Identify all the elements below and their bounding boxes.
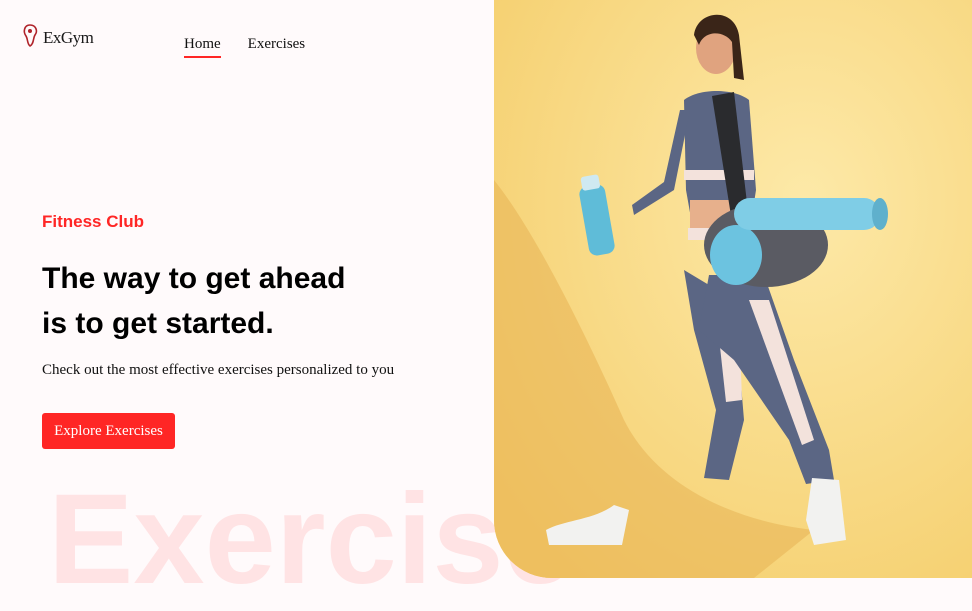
brand-name: ExGym — [43, 27, 94, 47]
hero-title: The way to get ahead is to get started. — [42, 256, 482, 346]
hero-title-line-1: The way to get ahead — [42, 262, 346, 295]
nav-exercises-link[interactable]: Exercises — [248, 36, 305, 58]
nav-home-link[interactable]: Home — [184, 36, 221, 58]
dumbbell-logo-icon — [22, 22, 40, 53]
hero-kicker: Fitness Club — [42, 212, 145, 231]
hero-title-line-2: is to get started. — [42, 307, 274, 340]
hero-subtitle: Check out the most effective exercises p… — [42, 362, 395, 378]
explore-exercises-button[interactable]: Explore Exercises — [42, 413, 175, 449]
main-nav: Home Exercises — [184, 36, 305, 58]
brand-logo[interactable]: ExGym — [22, 22, 94, 53]
hero-banner-image — [494, 0, 972, 578]
